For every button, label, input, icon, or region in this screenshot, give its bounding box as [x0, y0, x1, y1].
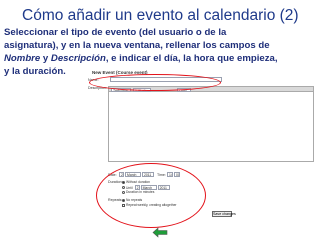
font-select[interactable]: Trebuchet: [111, 87, 131, 92]
radio-icon[interactable]: [122, 198, 125, 202]
month-select[interactable]: March: [125, 172, 141, 177]
duration-option-until[interactable]: Until: [122, 186, 133, 190]
duration-row: Duration: Without duration: [108, 180, 150, 184]
duration-option-minutes-label: Duration in minutes: [126, 190, 155, 194]
year-select[interactable]: 2011: [142, 172, 154, 177]
description-label-row: Description:: [88, 86, 110, 90]
duration-option-none-label: Without duration: [126, 180, 151, 184]
window-title: New Event (Course event): [92, 70, 148, 75]
instructions-line-2: asignatura), y en la nueva ventana, rell…: [4, 40, 270, 51]
duration-label: Duration:: [108, 180, 123, 184]
event-form-screenshot: New Event (Course event) Name: Descripti…: [88, 70, 316, 220]
radio-icon[interactable]: [122, 186, 125, 189]
descripcion-term: Descripción: [50, 53, 106, 64]
until-year-select[interactable]: 2011: [157, 185, 170, 190]
day-select[interactable]: 2: [119, 172, 124, 177]
time-label: Time:: [157, 172, 166, 177]
nombre-term: Nombre: [4, 53, 41, 64]
repeat-option-none[interactable]: No repeats: [122, 198, 142, 202]
minute-select[interactable]: 00: [174, 172, 180, 177]
save-changes-button[interactable]: Save changes: [212, 211, 236, 217]
radio-icon[interactable]: [122, 190, 125, 194]
connector-y: y: [40, 53, 51, 64]
toolbar-selects: Trebuchet 1 (8 pt) Lang: [111, 87, 191, 92]
description-editor[interactable]: [108, 92, 314, 162]
name-label: Name:: [88, 77, 99, 82]
checkbox-icon[interactable]: [122, 203, 125, 207]
repeat-option-weekly-label: Repeat weekly, creating altogether: [126, 203, 177, 207]
instructions-line-4: y la duración.: [4, 66, 66, 77]
lang-select[interactable]: Lang: [177, 87, 191, 92]
duration-minutes-row: Duration in minutes: [122, 190, 154, 194]
left-arrow-icon[interactable]: [152, 227, 168, 238]
instructions-line-3: Nombre y Descripción, e indicar el día, …: [4, 52, 318, 65]
slide-title: Cómo añadir un evento al calendario (2): [22, 7, 299, 24]
instructions-line-3-rest: , e indicar el día, la hora que empieza,: [105, 53, 278, 64]
description-label: Description:: [88, 86, 107, 90]
repeat-weekly-row: Repeat weekly, creating altogether: [122, 203, 177, 207]
repeat-option-none-label: No repeats: [126, 198, 143, 202]
instructions-line-1: Seleccionar el tipo de evento (del usuar…: [4, 27, 227, 38]
size-select[interactable]: 1 (8 pt): [133, 87, 151, 92]
duration-option-until-label: Until: [126, 185, 133, 190]
repeat-option-weekly[interactable]: Repeat weekly, creating altogether: [122, 203, 177, 207]
radio-icon[interactable]: [122, 180, 125, 184]
hour-select[interactable]: 14: [167, 172, 173, 177]
date-row: Date: 2 March 2011 Time: 14 00: [108, 172, 180, 177]
repeat-row: Repeats: No repeats: [108, 198, 142, 202]
duration-option-none[interactable]: Without duration: [122, 180, 150, 184]
name-input[interactable]: [110, 77, 222, 82]
duration-option-minutes[interactable]: Duration in minutes: [122, 190, 154, 194]
repeat-label: Repeats:: [108, 198, 123, 202]
date-label: Date:: [108, 172, 117, 177]
name-row: Name:: [88, 77, 222, 82]
